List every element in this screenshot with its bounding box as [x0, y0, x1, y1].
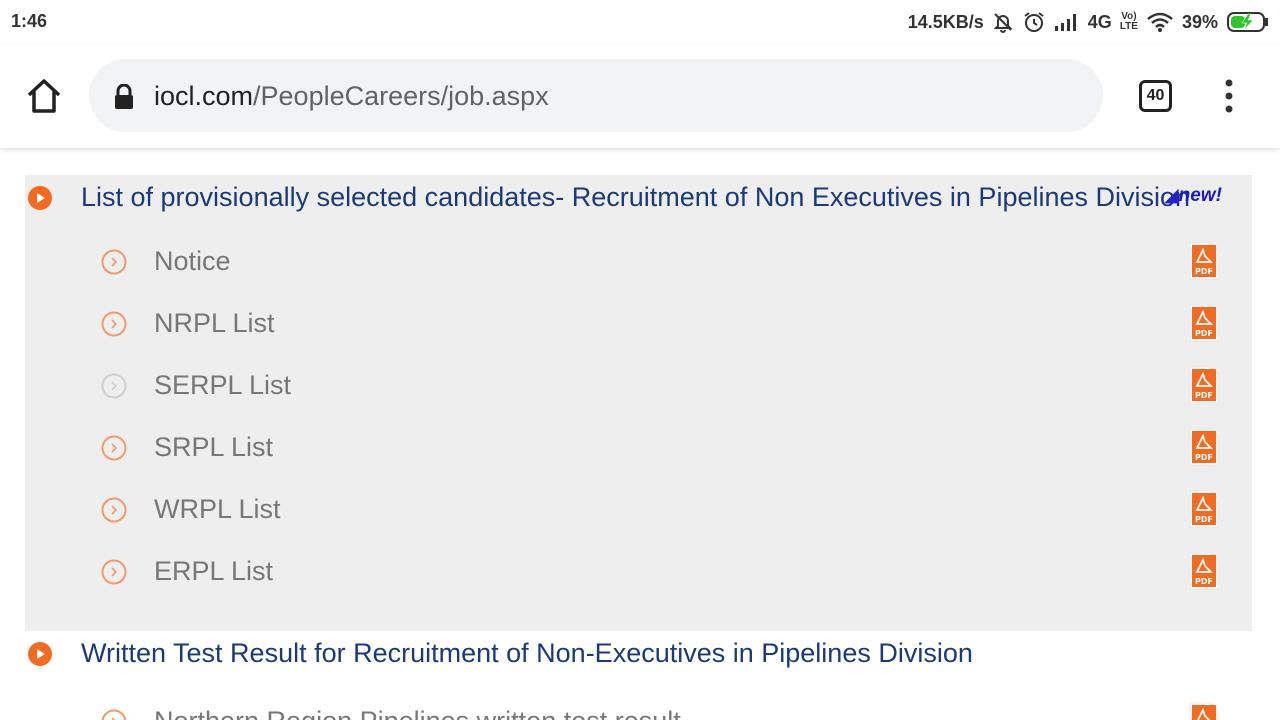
menu-button[interactable] — [1219, 78, 1239, 114]
lock-icon — [115, 84, 133, 109]
pdf-icon[interactable]: PDF — [1189, 242, 1219, 280]
network-speed: 14.5KB/s — [907, 11, 984, 32]
svg-text:PDF: PDF — [1195, 453, 1213, 462]
battery-charging-icon — [1226, 11, 1270, 33]
svg-text:PDF: PDF — [1195, 577, 1213, 586]
network-type: 4G — [1087, 11, 1112, 32]
url-domain: iocl.com — [154, 81, 254, 111]
chevron-circle-icon — [101, 497, 127, 523]
page-content: List of provisionally selected candidate… — [0, 150, 1280, 720]
pdf-icon[interactable]: PDF — [1189, 552, 1219, 590]
list-item-label[interactable]: WRPL List — [154, 494, 281, 525]
list-item[interactable]: SERPL List PDF — [0, 361, 1280, 411]
list-item-label[interactable]: SERPL List — [154, 370, 291, 401]
status-time: 1:46 — [11, 11, 48, 31]
pdf-icon[interactable]: PDF — [1189, 428, 1219, 466]
list-item-label[interactable]: SRPL List — [154, 432, 273, 463]
list-item-label[interactable]: Notice — [154, 246, 231, 277]
chevron-circle-icon — [101, 249, 127, 275]
chevron-circle-icon — [101, 559, 127, 585]
list-item[interactable]: SRPL List PDF — [0, 423, 1280, 473]
alarm-icon — [1022, 10, 1046, 34]
play-circle-icon — [28, 186, 52, 210]
status-icons: 14.5KB/s 4G Vo) LTE 39% — [908, 8, 1270, 36]
battery-percent: 39% — [1181, 11, 1218, 32]
chevron-circle-icon — [101, 435, 127, 461]
url-path: /PeopleCareers/job.aspx — [253, 81, 549, 111]
chevron-circle-icon — [101, 311, 127, 337]
list-item[interactable]: WRPL List PDF — [0, 485, 1280, 535]
svg-text:PDF: PDF — [1195, 267, 1213, 276]
signal-icon — [1054, 12, 1080, 32]
tab-switcher-button[interactable]: 40 — [1139, 80, 1172, 112]
chevron-circle-icon — [101, 373, 127, 399]
chevron-circle-icon — [101, 709, 127, 720]
bell-muted-icon — [992, 11, 1014, 33]
address-bar[interactable]: iocl.com/PeopleCareers/job.aspx — [89, 59, 1103, 132]
wifi-icon — [1146, 11, 1174, 33]
section-title-link[interactable]: Written Test Result for Recruitment of N… — [81, 638, 973, 669]
list-item[interactable]: Notice PDF — [0, 237, 1280, 287]
list-item-label[interactable]: NRPL List — [154, 308, 275, 339]
home-button[interactable] — [24, 76, 64, 116]
more-vert-icon — [1225, 79, 1233, 113]
list-item[interactable]: ERPL List PDF — [0, 547, 1280, 597]
list-item-label[interactable]: Northern Region Pipelines written test r… — [154, 706, 681, 720]
status-bar: 1:46 14.5KB/s 4G Vo) LTE 39% — [0, 0, 1280, 44]
new-badge: ◢new! — [1164, 185, 1222, 206]
browser-toolbar: iocl.com/PeopleCareers/job.aspx 40 — [0, 44, 1280, 148]
list-item[interactable]: Northern Region Pipelines written test r… — [0, 697, 1280, 720]
url-text: iocl.com/PeopleCareers/job.aspx — [154, 81, 549, 112]
pdf-icon[interactable]: PDF — [1189, 366, 1219, 404]
home-icon — [27, 79, 61, 113]
pdf-icon[interactable]: PDF — [1189, 490, 1219, 528]
pdf-icon[interactable]: PDF — [1189, 304, 1219, 342]
pdf-icon[interactable]: PDF — [1189, 702, 1219, 720]
volte-icon: Vo) LTE — [1119, 11, 1138, 32]
svg-text:PDF: PDF — [1195, 515, 1213, 524]
list-item-label[interactable]: ERPL List — [154, 556, 273, 587]
svg-text:PDF: PDF — [1195, 391, 1213, 400]
play-circle-icon — [28, 642, 52, 666]
svg-text:PDF: PDF — [1195, 329, 1213, 338]
section-title-link[interactable]: List of provisionally selected candidate… — [81, 182, 1190, 213]
list-item[interactable]: NRPL List PDF — [0, 299, 1280, 349]
